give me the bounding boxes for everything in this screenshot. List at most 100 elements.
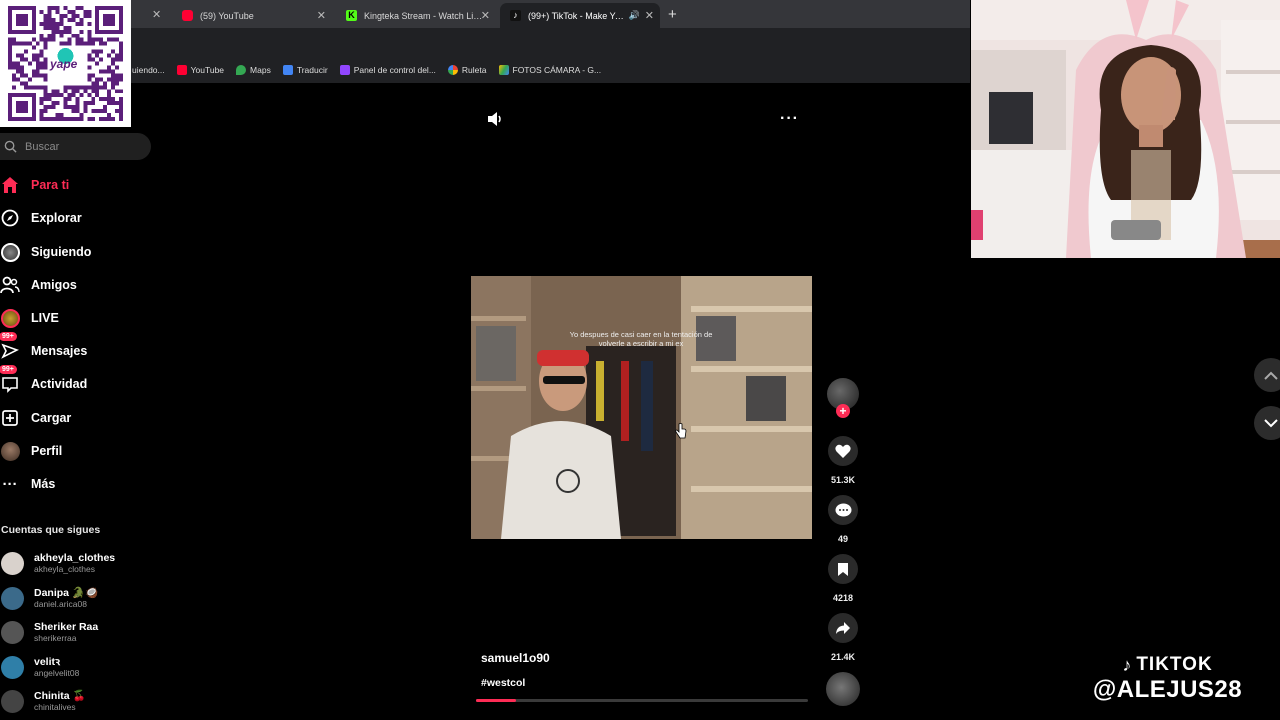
speaker-icon[interactable]: 🔊 (629, 10, 640, 21)
hand-cursor-icon (675, 423, 687, 439)
nav-cargar[interactable]: Cargar (0, 408, 71, 428)
drive-icon (498, 64, 509, 75)
like-count: 51.3K (830, 475, 856, 485)
webcam-overlay (971, 0, 1280, 258)
tab-youtube[interactable]: (59) YouTube ✕ (172, 3, 332, 28)
progress-fill (476, 699, 516, 702)
following-account[interactable]: Sheriker Raa sherikerraa (1, 621, 98, 644)
more-options-icon[interactable]: ··· (780, 110, 799, 128)
following-account[interactable]: akheyla_clothes akheyla_clothes (1, 552, 115, 575)
wheel-icon (447, 64, 458, 75)
music-disc-icon[interactable] (826, 672, 860, 706)
video-caption: Yo despues de casi caer en la tentación … (569, 330, 713, 348)
avatar (1, 656, 24, 679)
following-account[interactable]: Chinita 🍒 chinitalives (1, 690, 86, 713)
nav-mensajes[interactable]: 99+ Mensajes (0, 332, 87, 361)
nav-live[interactable]: LIVE (0, 308, 59, 328)
notification-badge: 99+ (0, 332, 17, 341)
bookmark-youtube[interactable]: YouTube (176, 64, 224, 75)
bookmark-ruleta[interactable]: Ruleta (447, 64, 487, 75)
close-icon[interactable]: ✕ (645, 9, 654, 22)
save-button[interactable] (828, 554, 858, 584)
bookmark-translate[interactable]: Traducir (282, 64, 328, 75)
share-button[interactable] (828, 613, 858, 643)
follow-plus-icon[interactable]: + (836, 404, 850, 418)
tiktok-icon: ♪ (510, 10, 521, 21)
watermark-handle: @ALEJUS28 (1092, 676, 1243, 703)
hashtag-link[interactable]: #westcol (481, 677, 525, 689)
tab-label: (99+) TikTok - Make Your Da (528, 10, 628, 21)
nav-mas[interactable]: ··· Más (0, 474, 56, 494)
nav-para-ti[interactable]: Para ti (0, 175, 69, 195)
bookmark-icon (838, 562, 848, 576)
video-player[interactable]: Yo despues de casi caer en la tentación … (471, 276, 812, 539)
avatar (1, 552, 24, 575)
tab-tiktok[interactable]: ♪ (99+) TikTok - Make Your Da 🔊 ✕ (500, 3, 660, 28)
search-input[interactable]: Buscar (0, 133, 151, 160)
video-frame (471, 276, 812, 539)
chevron-down-icon (1264, 418, 1278, 427)
share-count: 21.4K (830, 652, 856, 662)
nav-actividad[interactable]: 99+ Actividad (0, 365, 87, 394)
following-account[interactable]: Danipa 🐊🥥 daniel.arica08 (1, 587, 98, 610)
bookmark-maps[interactable]: Maps (236, 64, 271, 75)
bookmark-drive[interactable]: FOTOS CÁMARA - G... (498, 64, 601, 75)
following-avatar-icon (0, 242, 20, 262)
maps-icon (236, 64, 247, 75)
address-bar[interactable] (0, 28, 970, 56)
stream-layout: ✕ (59) YouTube ✕ K Kingteka Stream - Wat… (0, 0, 1280, 720)
following-header: Cuentas que sigues (1, 524, 101, 536)
video-progress-bar[interactable] (476, 699, 808, 702)
notification-badge: 99+ (0, 365, 17, 374)
like-button[interactable] (828, 436, 858, 466)
save-count: 4218 (832, 593, 854, 603)
channel-watermark: ♪ TIKTOK @ALEJUS28 (1080, 654, 1255, 704)
avatar (1, 587, 24, 610)
tiktok-icon: ♪ (1122, 654, 1133, 675)
search-icon (4, 140, 17, 153)
nav-explorar[interactable]: Explorar (0, 208, 82, 228)
browser-tab-bar: ✕ (59) YouTube ✕ K Kingteka Stream - Wat… (0, 0, 970, 28)
creator-name[interactable]: samuel1o90 (481, 651, 550, 665)
qr-brand: yape (50, 57, 78, 71)
volume-icon[interactable] (486, 110, 504, 133)
nav-siguiendo[interactable]: Siguiendo (0, 242, 91, 262)
home-icon (0, 175, 20, 195)
tab-label: Kingteka Stream - Watch Live o (364, 10, 484, 21)
close-icon[interactable]: ✕ (481, 9, 490, 22)
comment-button[interactable] (828, 495, 858, 525)
previous-video-button[interactable] (1254, 358, 1280, 392)
activity-icon: 99+ (0, 365, 20, 394)
nav-perfil[interactable]: Perfil (0, 441, 62, 461)
webcam-image (971, 0, 1280, 258)
bookmark-panel[interactable]: Panel de control del... (339, 64, 436, 75)
share-icon (836, 622, 850, 634)
translate-icon (282, 64, 293, 75)
profile-avatar-icon (0, 441, 20, 461)
panel-icon (339, 64, 350, 75)
next-video-button[interactable] (1254, 406, 1280, 440)
chevron-up-icon (1264, 371, 1278, 380)
kick-icon: K (346, 10, 357, 21)
close-icon[interactable]: ✕ (152, 8, 161, 21)
nav-amigos[interactable]: Amigos (0, 275, 77, 295)
new-tab-button[interactable]: + (668, 6, 677, 23)
compass-icon (0, 208, 20, 228)
qr-code: yape (0, 0, 131, 127)
bookmarks-bar: uiendo... YouTube Maps Traducir Panel de… (0, 56, 970, 83)
friends-icon (0, 275, 20, 295)
following-account[interactable]: velitꝛ angelvelit08 (1, 656, 79, 679)
close-icon[interactable]: ✕ (317, 9, 326, 22)
comment-icon (835, 503, 851, 516)
avatar (1, 621, 24, 644)
tab-kick[interactable]: K Kingteka Stream - Watch Live o ✕ (336, 3, 496, 28)
comment-count: 49 (837, 534, 848, 544)
live-icon (0, 308, 20, 328)
bookmark-item[interactable]: uiendo... (132, 65, 165, 75)
tab-label: (59) YouTube (200, 10, 254, 21)
search-placeholder: Buscar (25, 140, 60, 153)
more-icon: ··· (2, 475, 18, 493)
messages-icon: 99+ (0, 332, 20, 361)
upload-icon (0, 408, 20, 428)
avatar (1, 690, 24, 713)
